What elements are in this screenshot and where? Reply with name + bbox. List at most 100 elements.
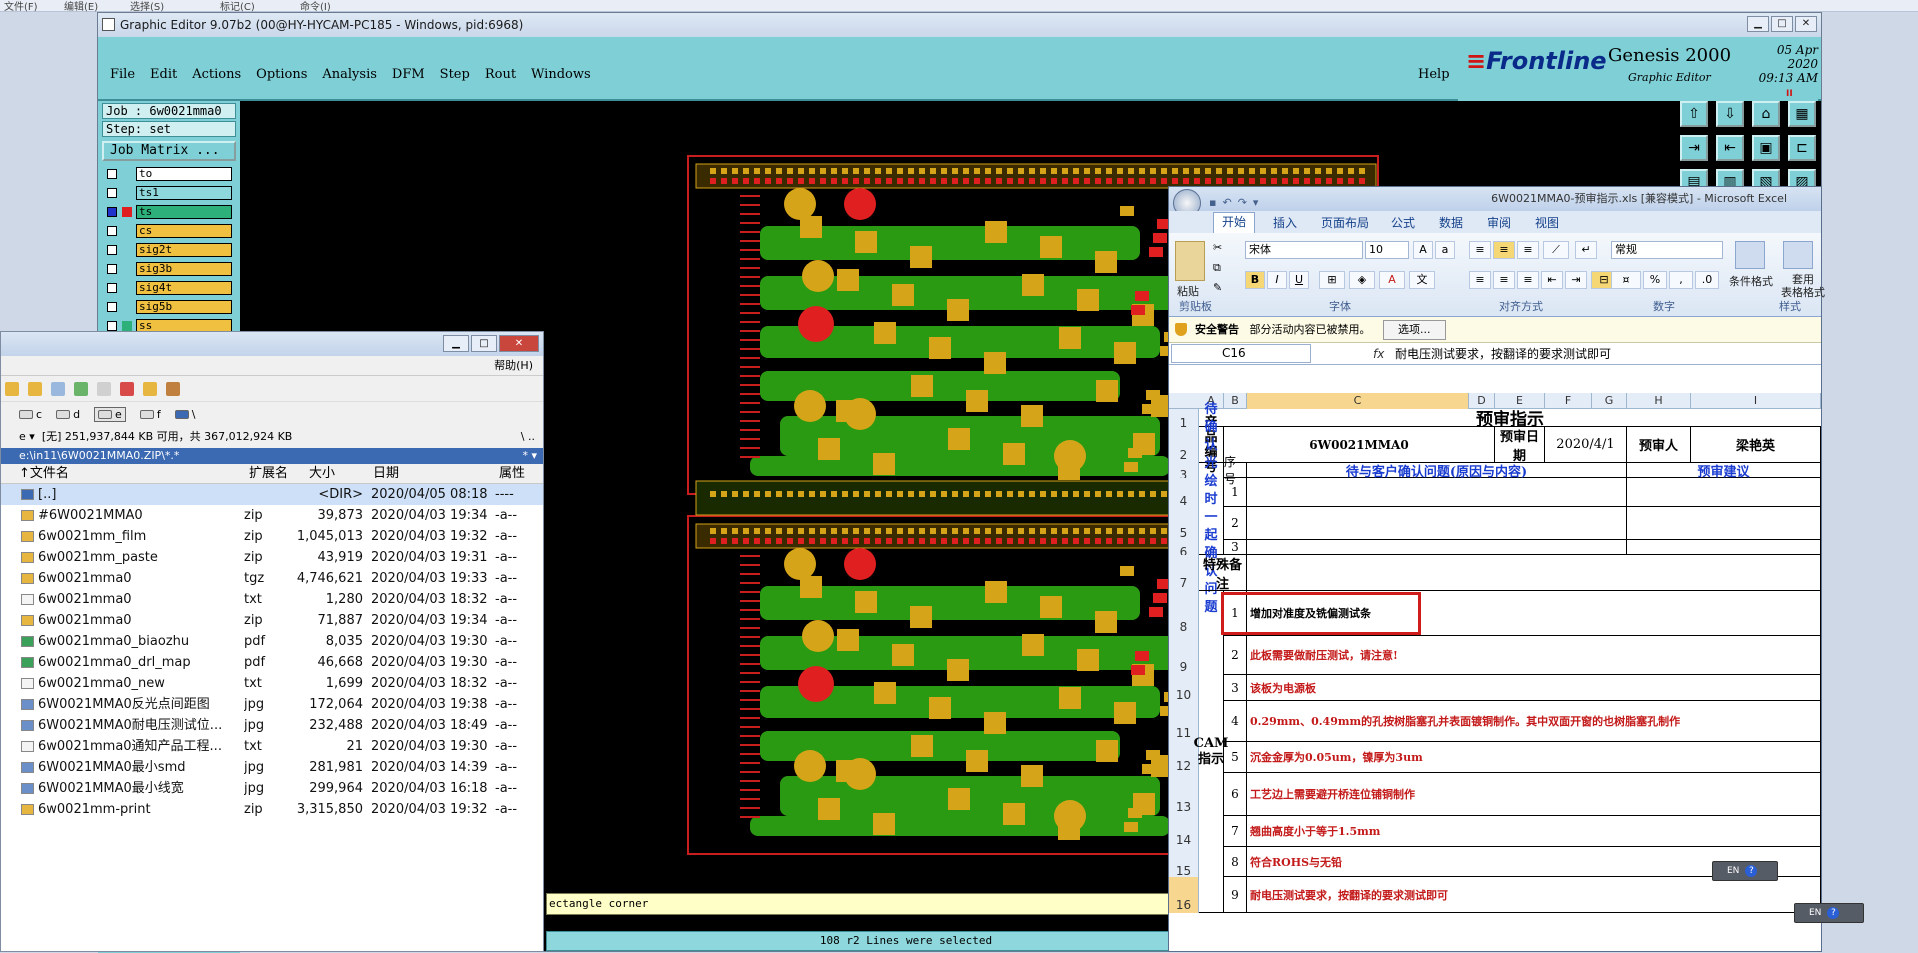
desk-menu-1[interactable]: 文件(F) xyxy=(4,0,38,13)
seq-label[interactable]: 序号 xyxy=(1224,455,1247,486)
menu-actions[interactable]: Actions xyxy=(192,67,241,82)
col-date[interactable]: 日期 xyxy=(373,464,399,484)
fm-menu-help[interactable]: 帮助(H) xyxy=(494,359,533,372)
col-size[interactable]: 大小 xyxy=(309,464,335,484)
options-button[interactable]: 选项... xyxy=(1383,320,1446,340)
tab-home[interactable]: 开始 xyxy=(1213,212,1256,233)
fm-titlebar[interactable]: ▁ □ ✕ xyxy=(1,332,543,356)
fm-maximize-button[interactable]: □ xyxy=(471,335,497,352)
align-middle-button[interactable]: ≡ xyxy=(1493,241,1515,259)
tab-insert[interactable]: 插入 xyxy=(1273,214,1297,231)
layer-checkbox[interactable] xyxy=(107,226,117,236)
layer-color-swatch[interactable] xyxy=(122,283,132,293)
remarks-label[interactable]: 特殊备注 xyxy=(1199,555,1247,592)
tool-pad-icon[interactable]: ▣ xyxy=(1752,135,1780,161)
excel-icon[interactable] xyxy=(74,381,88,396)
tool-home-icon[interactable]: ⇧ xyxy=(1680,101,1708,127)
layer-name[interactable]: sig2t xyxy=(136,243,232,257)
file-row[interactable]: 6w0021mma0通知产品工程... txt 21 2020/04/03 19:30… xyxy=(1,736,543,757)
drive-combo-arrow-icon[interactable]: ▾ xyxy=(29,430,35,443)
align-right-button[interactable]: ≡ xyxy=(1517,271,1539,289)
review-date[interactable]: 2020/4/1 xyxy=(1545,427,1627,463)
align-center-button[interactable]: ≡ xyxy=(1493,271,1515,289)
tab-review[interactable]: 审阅 xyxy=(1487,214,1511,231)
layer-row[interactable]: sig4t xyxy=(102,281,236,295)
row-header[interactable]: 9 xyxy=(1169,636,1199,675)
tab-view[interactable]: 视图 xyxy=(1535,214,1559,231)
drive-c[interactable]: c xyxy=(19,408,42,421)
menu-options[interactable]: Options xyxy=(256,67,307,82)
fx-icon[interactable]: fx xyxy=(1373,343,1384,365)
layer-color-swatch[interactable] xyxy=(122,226,132,236)
font-name-field[interactable]: 宋体 xyxy=(1245,241,1363,259)
excel-titlebar[interactable]: ▪ ↶ ↷ ▾ 6W0021MMA0-预审指示.xls [兼容模式] - Mic… xyxy=(1169,187,1821,217)
tab-page-layout[interactable]: 页面布局 xyxy=(1321,214,1369,231)
drive-network[interactable]: \ xyxy=(174,408,195,421)
layer-color-swatch[interactable] xyxy=(122,321,132,331)
cam-item-no[interactable]: 5 xyxy=(1224,742,1247,773)
column-header[interactable]: C xyxy=(1247,393,1469,409)
cam-item-no[interactable]: 7 xyxy=(1224,816,1247,847)
menu-rout[interactable]: Rout xyxy=(485,67,516,82)
file-row[interactable]: 6w0021mma0 zip 71,887 2020/04/03 19:34 -a-- xyxy=(1,610,543,631)
format-painter-icon[interactable]: ✎ xyxy=(1213,281,1222,294)
layer-name[interactable]: cs xyxy=(136,224,232,238)
border-button[interactable]: ⊞ xyxy=(1319,271,1345,289)
increase-decimal-button[interactable]: .0 xyxy=(1695,271,1719,289)
product-number[interactable]: 6W0021MMA0 xyxy=(1224,427,1495,463)
paste-label[interactable]: 粘贴 xyxy=(1177,283,1199,299)
cam-item-text[interactable]: 工艺边上需要避开桥连位铺铜制作 xyxy=(1247,773,1821,816)
confirm-suggest-cell[interactable] xyxy=(1627,540,1821,555)
tab-data[interactable]: 数据 xyxy=(1439,214,1463,231)
layer-color-swatch[interactable] xyxy=(122,245,132,255)
search-icon[interactable] xyxy=(143,381,157,396)
table-format-label[interactable]: 套用 表格格式 xyxy=(1781,273,1825,299)
formula-input[interactable]: 耐电压测试要求，按翻译的要求测试即可 xyxy=(1395,343,1611,365)
italic-button[interactable]: I xyxy=(1267,271,1287,289)
confirm-seq[interactable]: 2 xyxy=(1224,507,1247,540)
file-row[interactable]: 6W0021MMA0最小smd jpg 281,981 2020/04/03 14:3… xyxy=(1,757,543,778)
fm-close-button[interactable]: ✕ xyxy=(499,335,539,352)
ime-indicator-1[interactable]: EN? xyxy=(1712,861,1778,881)
tool-grid-icon[interactable]: ▦ xyxy=(1788,101,1816,127)
cam-item-no[interactable]: 3 xyxy=(1224,675,1247,701)
cam-item-text[interactable]: 沉金金厚为0.05um，镍厚为3um xyxy=(1247,742,1821,773)
nav-root-parent[interactable]: \ .. xyxy=(521,426,535,448)
confirm-seq[interactable]: 1 xyxy=(1224,478,1247,507)
layer-checkbox[interactable] xyxy=(107,283,117,293)
maximize-button[interactable]: □ xyxy=(1771,16,1793,32)
folder-tree-icon[interactable] xyxy=(28,381,42,396)
file-row[interactable]: 6W0021MMA0最小线宽 jpg 299,964 2020/04/03 16:18… xyxy=(1,778,543,799)
layer-color-swatch[interactable] xyxy=(122,302,132,312)
row-header[interactable]: 3 xyxy=(1169,463,1199,482)
layer-row[interactable]: sig5b xyxy=(102,300,236,314)
layer-checkbox[interactable] xyxy=(107,321,117,331)
layer-checkbox[interactable] xyxy=(107,169,117,179)
currency-button[interactable]: ¤ xyxy=(1611,271,1641,289)
tool-line-icon[interactable]: ⊏ xyxy=(1788,135,1816,161)
orientation-button[interactable]: ⟋ xyxy=(1543,241,1569,259)
file-row[interactable]: 6w0021mma0_drl_map pdf 46,668 2020/04/03 19… xyxy=(1,652,543,673)
row-header[interactable]: 4 xyxy=(1169,478,1199,508)
refresh-icon[interactable] xyxy=(51,381,65,396)
cut-icon[interactable]: ✂ xyxy=(1213,241,1222,254)
cam-item-no[interactable]: 8 xyxy=(1224,847,1247,877)
menu-help[interactable]: Help xyxy=(1418,67,1450,82)
menu-step[interactable]: Step xyxy=(440,67,470,82)
col-attr[interactable]: 属性 xyxy=(499,464,525,484)
col-ext[interactable]: 扩展名 xyxy=(249,464,288,484)
col-name[interactable]: ↑文件名 xyxy=(19,464,69,484)
layer-row[interactable]: sig2t xyxy=(102,243,236,257)
align-top-button[interactable]: ≡ xyxy=(1469,241,1491,259)
row-header[interactable]: 15 xyxy=(1169,847,1199,878)
layer-row[interactable]: ts1 xyxy=(102,186,236,200)
issue-header[interactable]: 待与客户确认问题(原因与内容) xyxy=(1247,463,1627,480)
underline-button[interactable]: U xyxy=(1289,271,1309,289)
job-matrix-button[interactable]: Job Matrix ... xyxy=(102,141,236,161)
layer-color-swatch[interactable] xyxy=(122,264,132,274)
remarks-cell[interactable] xyxy=(1247,555,1821,591)
conditional-format-label[interactable]: 条件格式 xyxy=(1729,273,1773,289)
layer-row[interactable]: ts xyxy=(102,205,236,219)
cam-item-text[interactable]: 该板为电源板 xyxy=(1247,675,1821,701)
layer-row[interactable]: to xyxy=(102,167,236,181)
